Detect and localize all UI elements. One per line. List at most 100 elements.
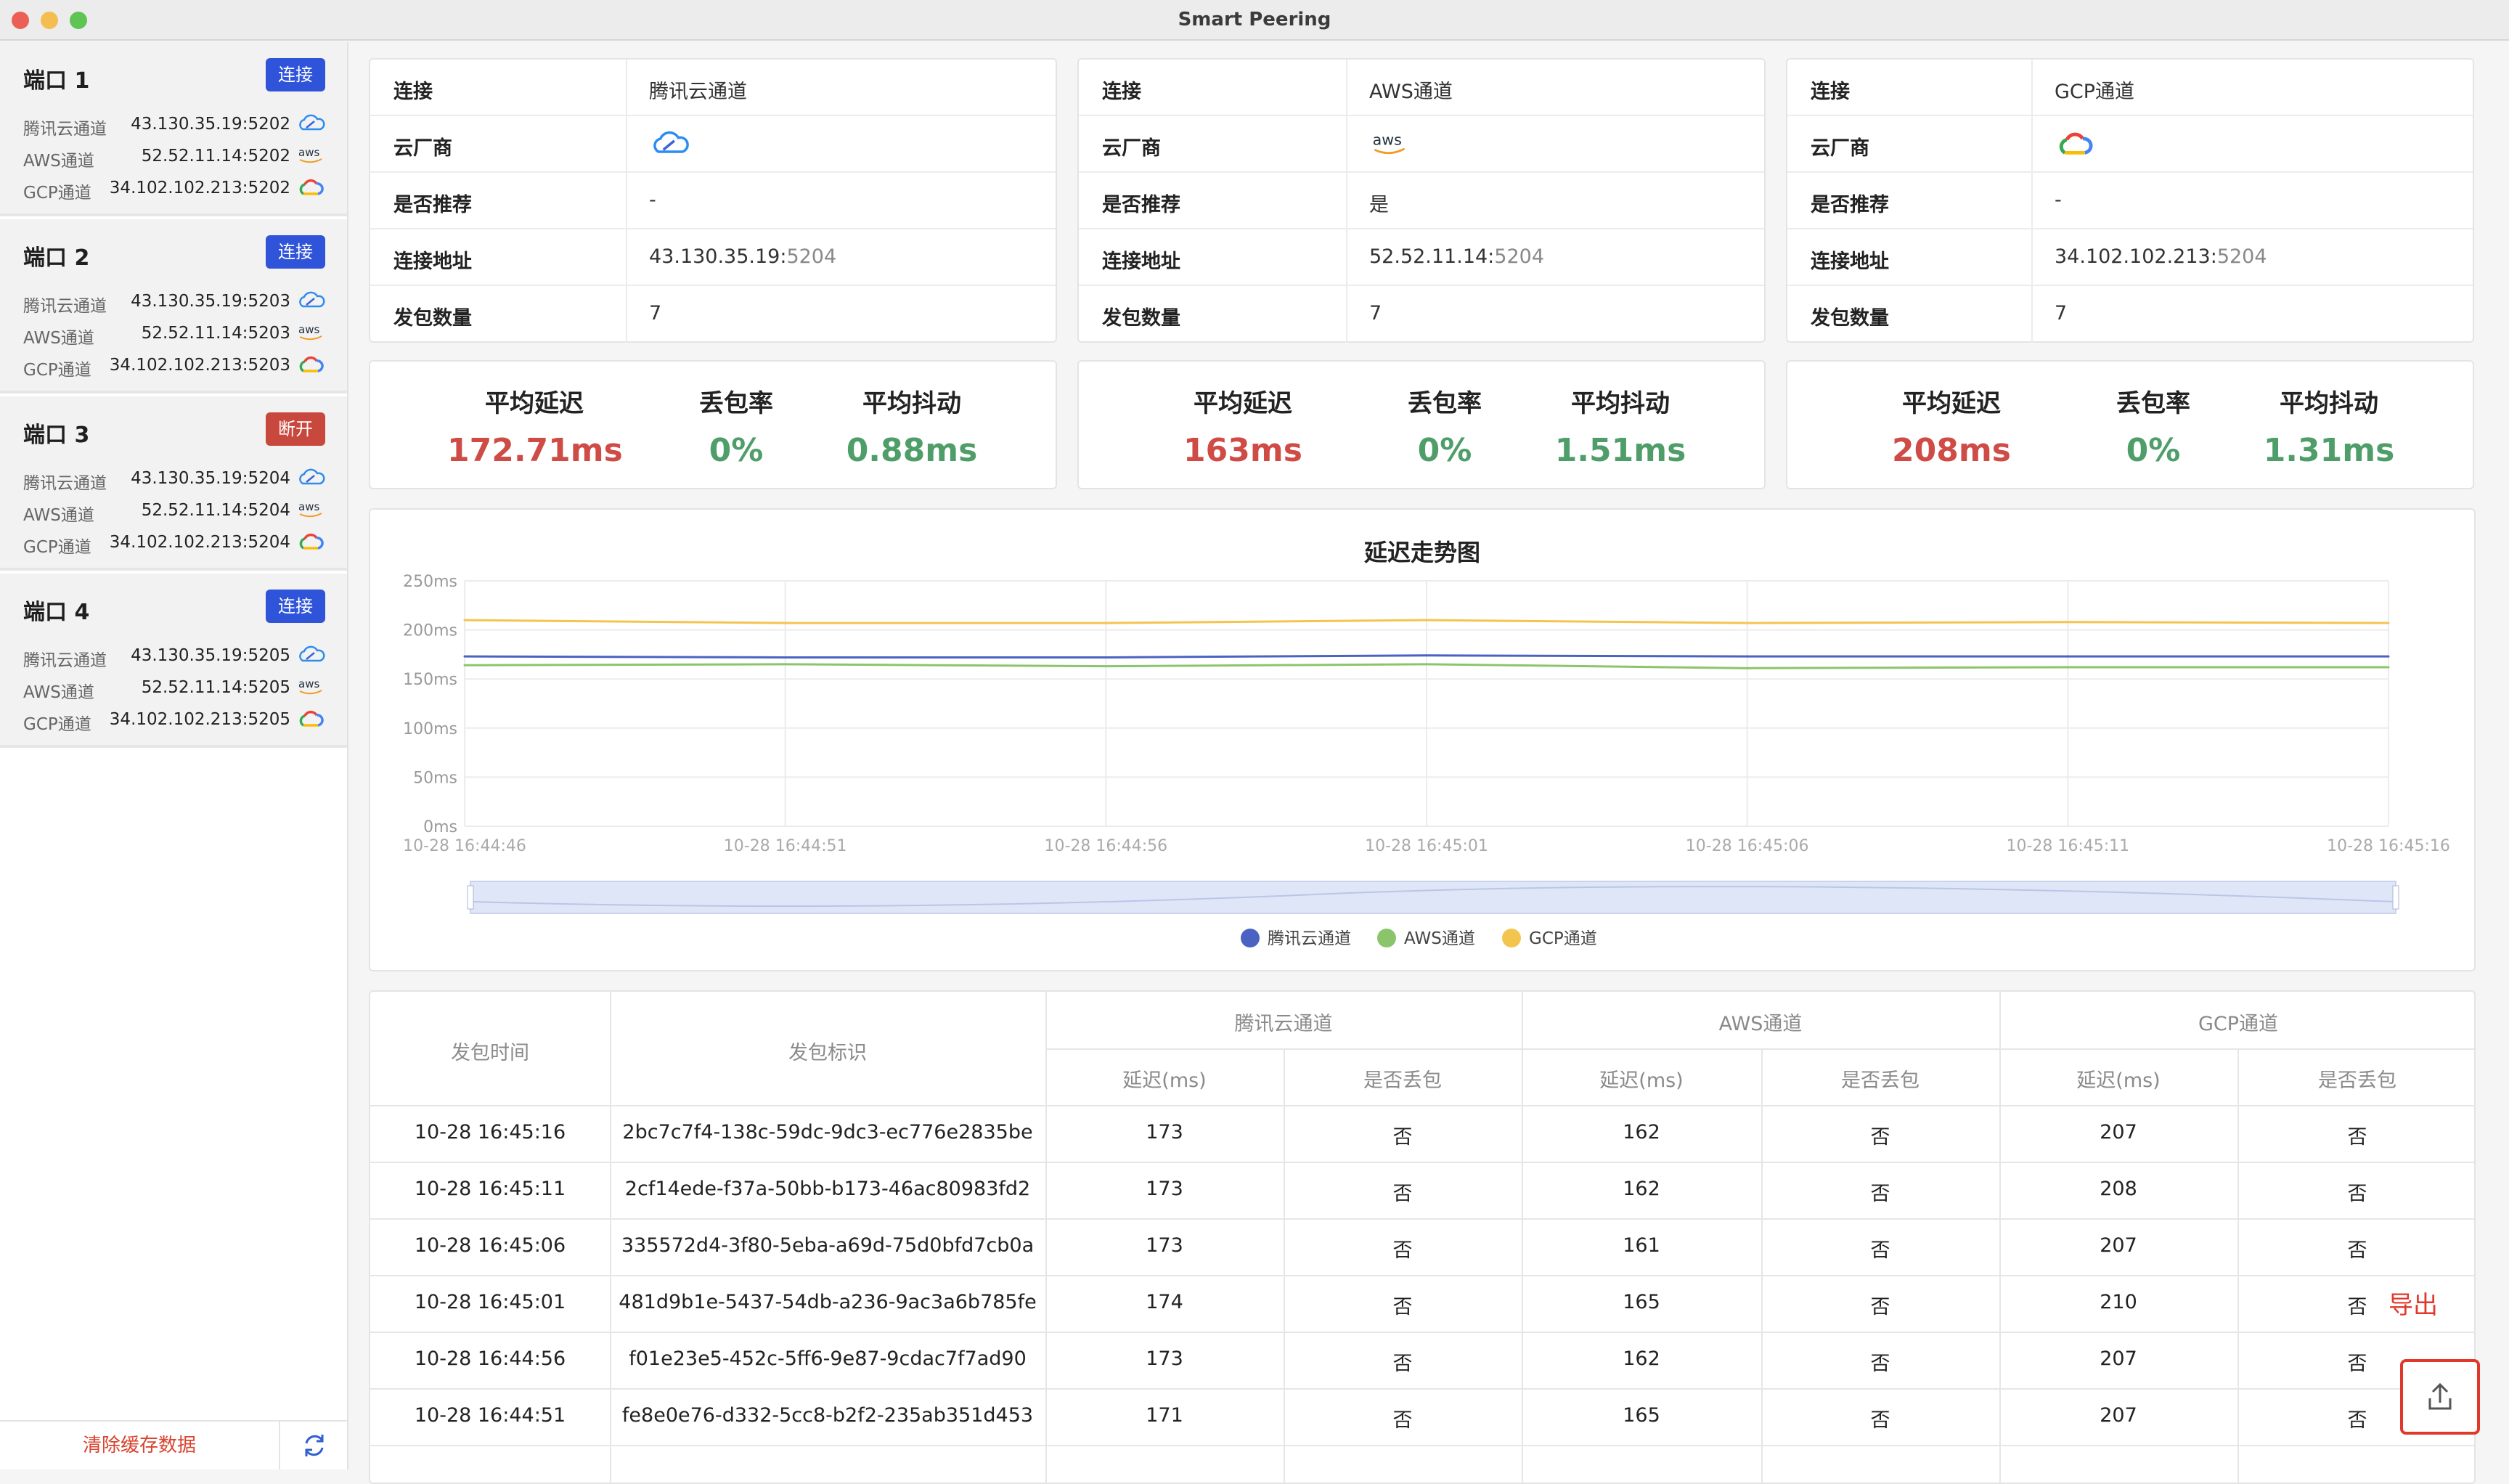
sidebar-footer: 清除缓存数据 — [0, 1420, 347, 1469]
packet-loss-value: 0% — [1417, 432, 1472, 469]
header-delay: 延迟(ms) — [2076, 1069, 2161, 1092]
channel-address: 52.52.11.14:5205 — [142, 678, 290, 697]
channel-name: AWS通道 — [23, 329, 94, 348]
info-value-address: 43.130.35.19:5204 — [649, 245, 836, 268]
port-title: 端口 2 — [23, 245, 90, 271]
table-cell: 否 — [1870, 1239, 1890, 1262]
channel-address: 52.52.11.14:5204 — [142, 501, 290, 520]
series-point — [2066, 666, 2069, 669]
tencent-cloud-icon — [299, 291, 325, 308]
legend-label[interactable]: AWS通道 — [1404, 929, 1475, 948]
channel-icon-wrap — [296, 466, 325, 489]
export-button[interactable] — [2400, 1359, 2480, 1435]
info-key: 云厂商 — [1102, 137, 1161, 160]
connect-button[interactable]: 连接 — [266, 235, 325, 269]
channel-port: 5205 — [248, 646, 290, 665]
svg-text:aws: aws — [298, 146, 319, 159]
channel-address: 34.102.102.213:5205 — [110, 710, 290, 729]
y-tick-label: 100ms — [403, 720, 457, 738]
channel-ip: 52.52.11.14: — [141, 678, 248, 697]
info-key: 是否推荐 — [393, 194, 472, 216]
port-channel-row: GCP通道 34.102.102.213:5202 — [23, 173, 325, 203]
series-point — [1425, 663, 1428, 666]
connect-button[interactable]: 连接 — [266, 590, 325, 623]
table-cell: 162 — [1623, 1121, 1660, 1143]
data-zoom-slider[interactable] — [470, 881, 2396, 914]
port-title: 端口 1 — [23, 68, 90, 94]
channel-icon-wrap — [296, 707, 325, 730]
port-channel-row: GCP通道 34.102.102.213:5203 — [23, 350, 325, 380]
zoom-handle-right[interactable] — [2392, 885, 2399, 910]
table-cell: 否 — [1392, 1296, 1413, 1318]
row-divider — [370, 1162, 2474, 1163]
info-row-recommend: 是否推荐 是 — [1079, 173, 1764, 229]
packet-table: 发包时间 发包标识 腾讯云通道 AWS通道 GCP通道 延迟(ms) 是否丢包 延迟(ms) 是… — [369, 990, 2476, 1484]
address-ip: 43.130.35.19: — [649, 245, 787, 268]
info-divider — [2031, 229, 2033, 286]
svg-text:aws: aws — [1373, 131, 1402, 148]
connect-button[interactable]: 连接 — [266, 58, 325, 91]
series-point — [784, 663, 787, 666]
info-key: 连接地址 — [1102, 250, 1180, 273]
channel-name: GCP通道 — [23, 361, 91, 380]
legend-label[interactable]: 腾讯云通道 — [1268, 929, 1351, 948]
channel-name: 腾讯云通道 — [23, 474, 107, 493]
channel-address: 43.130.35.19:5204 — [131, 469, 290, 488]
avg-jitter-value: 0.88ms — [846, 432, 978, 469]
table-cell: 207 — [2100, 1234, 2137, 1257]
channel-icon-wrap — [296, 643, 325, 666]
channel-ip: 52.52.11.14: — [141, 147, 248, 166]
address-port: 5204 — [786, 245, 837, 268]
export-label: 导出 — [2388, 1291, 2438, 1320]
x-tick-label: 10-28 16:45:11 — [2006, 837, 2129, 855]
vendor-logo — [2055, 128, 2095, 165]
channel-ip: 34.102.102.213: — [109, 533, 248, 552]
refresh-button[interactable] — [279, 1422, 347, 1469]
channel-port: 5204 — [248, 533, 290, 552]
table-cell: 否 — [2347, 1296, 2367, 1318]
table-cell: 207 — [2100, 1348, 2137, 1370]
info-divider — [1346, 286, 1347, 343]
channel-address: 52.52.11.14:5202 — [142, 147, 290, 166]
header-loss: 是否丢包 — [2318, 1069, 2396, 1092]
channel-icon-wrap — [296, 530, 325, 553]
channel-name: 腾讯云通道 — [23, 651, 107, 670]
svg-text:aws: aws — [298, 677, 319, 690]
table-cell: 173 — [1146, 1234, 1183, 1257]
legend-marker[interactable] — [1241, 929, 1260, 947]
legend-label[interactable]: GCP通道 — [1529, 929, 1597, 948]
latency-chart: 0ms 50ms 100ms 150ms 200ms 250ms 10-28 16:44:4… — [403, 573, 2450, 948]
clear-cache-button[interactable]: 清除缓存数据 — [0, 1422, 279, 1469]
port-title: 端口 3 — [23, 423, 90, 448]
tencent-cloud-icon — [299, 468, 325, 485]
header-send-time: 发包时间 — [451, 1042, 529, 1064]
port-card: 端口 4 连接 腾讯云通道 43.130.35.19:5205 AWS通道 52.52.1… — [0, 574, 347, 748]
disconnect-button[interactable]: 断开 — [266, 412, 325, 446]
legend-marker[interactable] — [1502, 929, 1521, 947]
channel-port: 5205 — [248, 710, 290, 729]
series-point — [1746, 655, 1749, 658]
channel-ip: 34.102.102.213: — [109, 710, 248, 729]
legend-marker[interactable] — [1377, 929, 1396, 947]
series-point — [463, 619, 466, 621]
port-title: 端口 4 — [23, 600, 90, 625]
channel-address: 34.102.102.213:5202 — [110, 179, 290, 197]
info-divider — [2031, 173, 2033, 229]
info-divider — [626, 60, 627, 116]
channel-icon-wrap: aws — [296, 144, 325, 167]
info-value-address: 34.102.102.213:5204 — [2055, 245, 2267, 268]
series-point — [1746, 621, 1749, 624]
info-row-vendor: 云厂商 — [370, 116, 1056, 173]
table-cell: 否 — [2347, 1239, 2367, 1262]
series-point — [1425, 654, 1428, 657]
channel-port: 5202 — [248, 115, 290, 134]
channel-address: 43.130.35.19:5205 — [131, 646, 290, 665]
port-channel-row: AWS通道 52.52.11.14:5204 aws — [23, 495, 325, 525]
header-delay: 延迟(ms) — [1122, 1069, 1207, 1092]
zoom-handle-left[interactable] — [467, 885, 474, 910]
channel-ip: 43.130.35.19: — [131, 646, 248, 665]
vendor-logo: aws — [1369, 128, 1410, 165]
tencent-cloud-icon — [299, 645, 325, 662]
table-cell: fe8e0e76-d332-5cc8-b2f2-235ab351d453 — [621, 1404, 1034, 1427]
gcp-icon — [299, 710, 324, 727]
